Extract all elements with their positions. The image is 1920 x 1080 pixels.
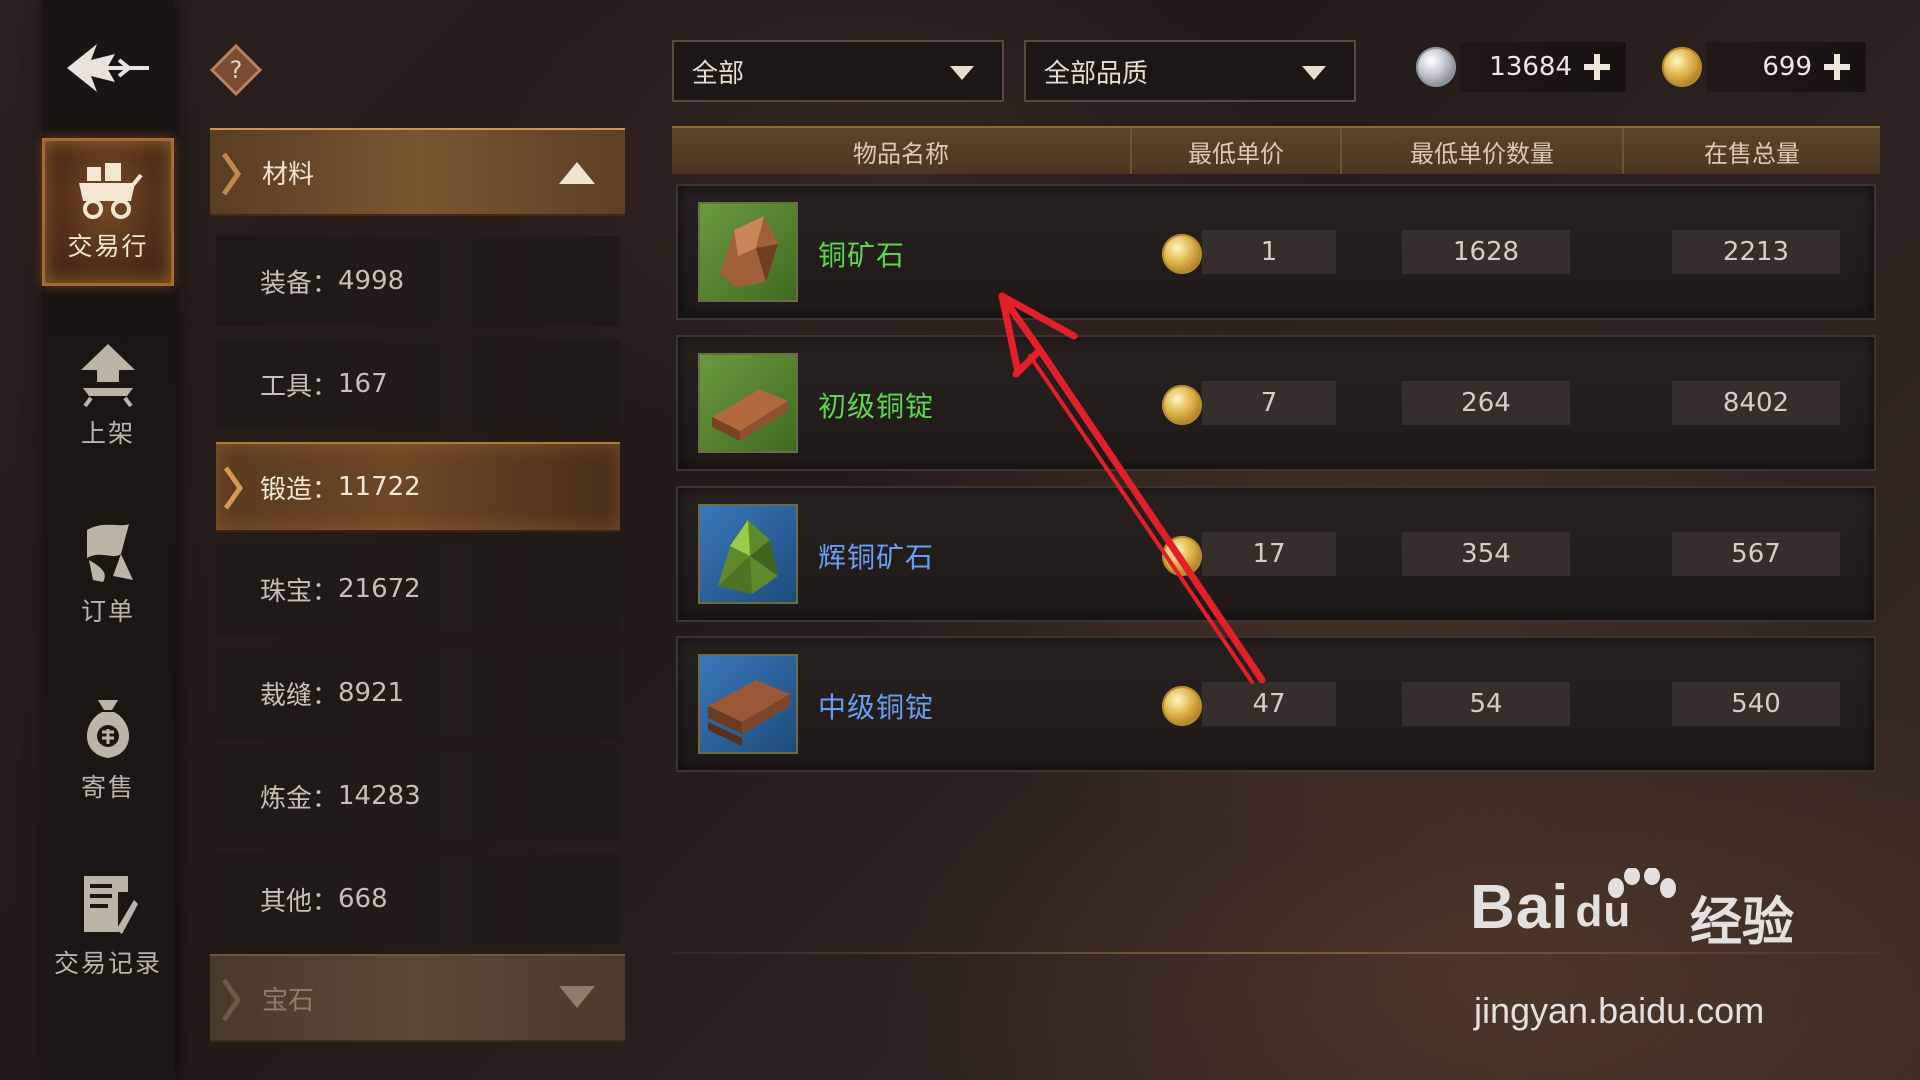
paw-print-icon	[1608, 868, 1676, 898]
watermark-brand-bai: Bai	[1470, 873, 1570, 942]
watermark: Bai du 经验 jingyan.baidu.com	[1470, 868, 1830, 1042]
watermark-url: jingyan.baidu.com	[1474, 990, 1765, 1031]
watermark-suffix: 经验	[1690, 893, 1795, 953]
